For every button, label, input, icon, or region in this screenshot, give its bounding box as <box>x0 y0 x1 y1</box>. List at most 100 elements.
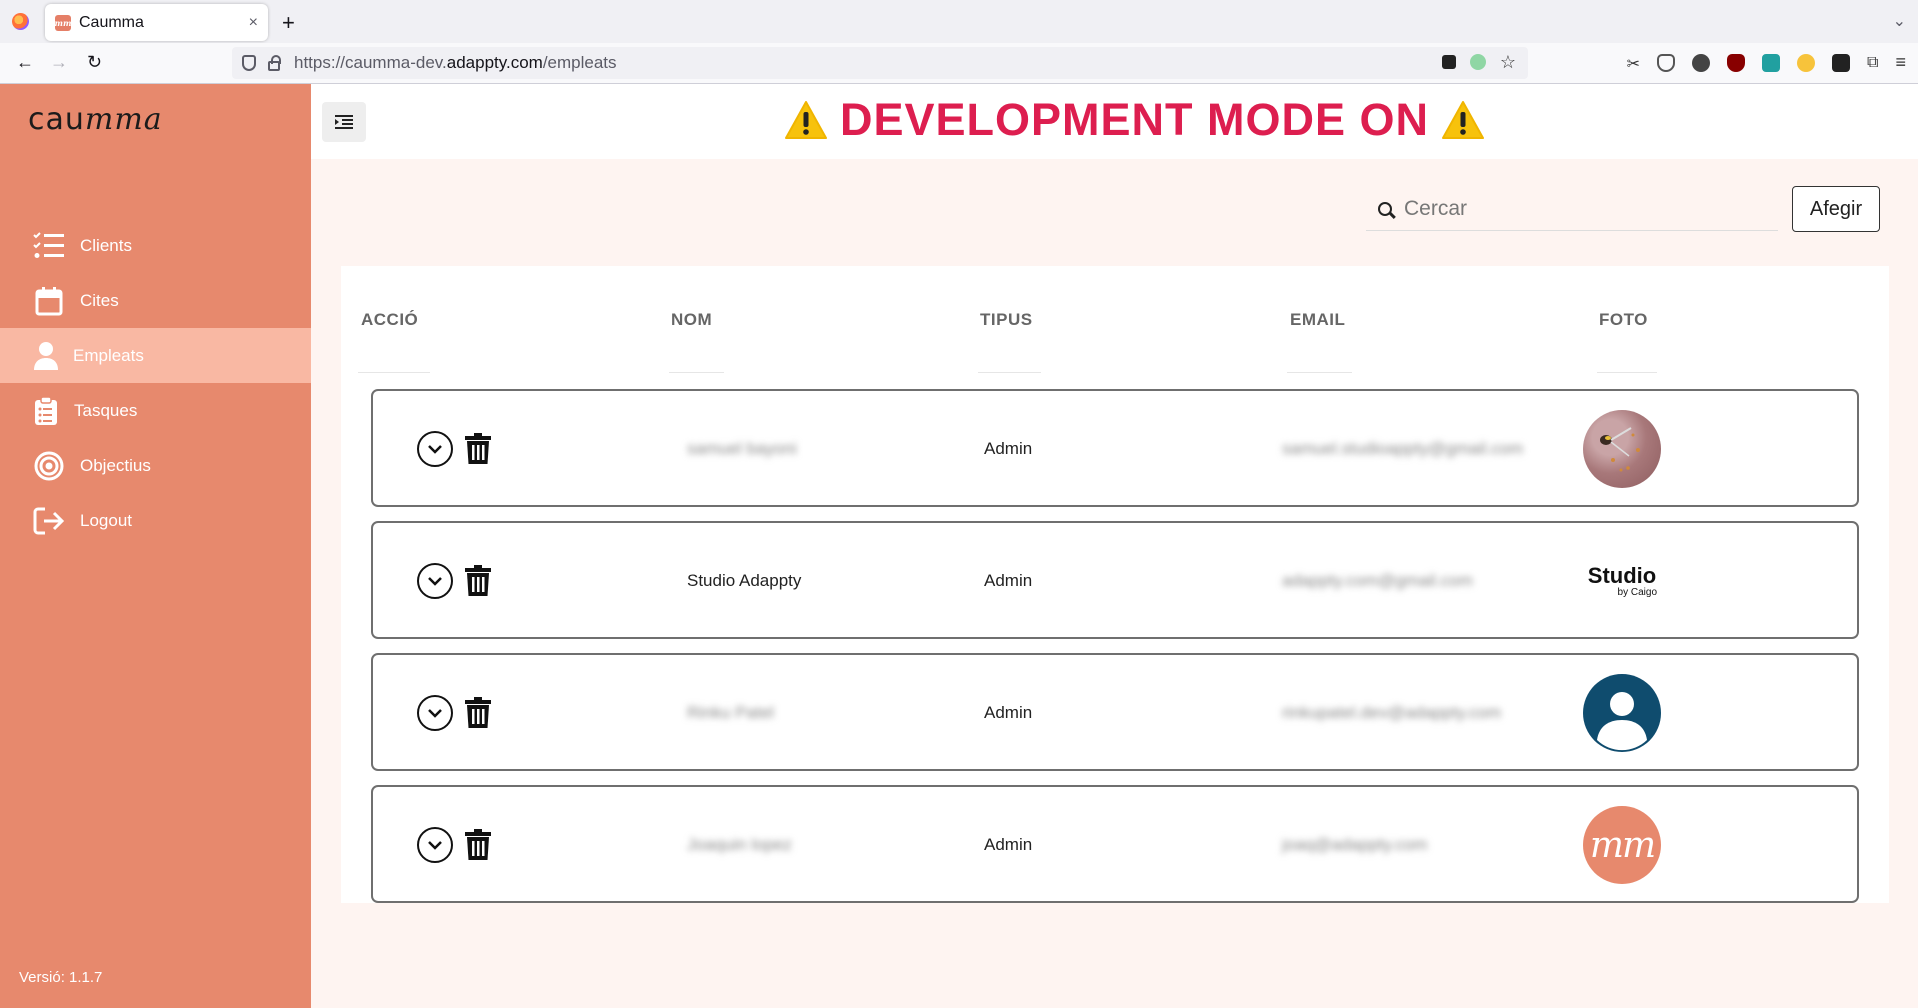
emoji-icon[interactable] <box>1797 54 1816 72</box>
lock-icon[interactable] <box>268 55 281 71</box>
shield-icon[interactable] <box>242 55 256 71</box>
divider <box>978 372 1041 373</box>
sidebar-item-cites[interactable]: Cites <box>0 273 311 328</box>
grid-icon[interactable] <box>1832 54 1851 72</box>
expand-button[interactable] <box>417 827 453 863</box>
search-input[interactable] <box>1404 196 1764 221</box>
list-check-icon <box>33 231 65 261</box>
warning-icon <box>1442 101 1485 139</box>
browser-tabbar: mm Caumma × + ⌄ <box>0 0 1918 43</box>
ublock-icon[interactable] <box>1727 54 1746 72</box>
employee-email: samuel.studioappty@gmail.com <box>1282 439 1524 458</box>
employee-photo: Studio by Caigo <box>1583 542 1661 620</box>
employee-photo <box>1583 674 1661 752</box>
expand-button[interactable] <box>417 563 453 599</box>
column-header-accio[interactable]: ACCIÓ <box>361 310 418 330</box>
save-icon[interactable] <box>1762 54 1781 72</box>
sidebar-item-label: Clients <box>80 235 132 255</box>
sidebar-item-label: Empleats <box>73 345 144 365</box>
extensions-puzzle-icon[interactable]: ⧉ <box>1867 54 1878 74</box>
chevron-down-icon[interactable]: ⌄ <box>1893 11 1906 31</box>
studio-logo-title: Studio <box>1587 562 1657 588</box>
version-label: Versió: 1.1.7 <box>19 969 103 986</box>
logout-icon <box>33 506 65 536</box>
caumma-favicon-icon: mm <box>55 14 71 31</box>
table-row: samuel bayoni Admin samuel.studioappty@g… <box>371 389 1859 507</box>
bird-photo-icon <box>1600 427 1640 472</box>
employee-type: Admin <box>984 571 1033 590</box>
info-icon[interactable] <box>1692 54 1711 72</box>
chevron-down-icon <box>428 709 442 718</box>
employee-type: Admin <box>984 703 1033 722</box>
add-button[interactable]: Afegir <box>1792 186 1880 232</box>
dev-mode-banner: DEVELOPMENT MODE ON <box>784 94 1485 146</box>
calendar-icon <box>33 286 65 316</box>
trash-icon[interactable] <box>465 697 491 729</box>
clipboard-icon <box>33 395 59 426</box>
employee-type: Admin <box>984 835 1033 854</box>
url-bar[interactable]: https://caumma-dev.adappty.com/empleats … <box>232 47 1528 79</box>
search-bar <box>1366 187 1778 231</box>
trash-icon[interactable] <box>465 565 491 597</box>
sidebar-item-label: Objectius <box>80 455 151 475</box>
search-icon <box>1378 201 1392 216</box>
employee-email: joaq@adappty.com <box>1282 835 1428 854</box>
pocket-icon[interactable] <box>1657 54 1676 72</box>
table-header: ACCIÓ NOM TIPUS EMAIL FOTO <box>341 266 1889 374</box>
bookmark-star-icon[interactable]: ☆ <box>1500 53 1516 71</box>
employee-type: Admin <box>984 439 1033 458</box>
chevron-down-icon <box>428 577 442 586</box>
warning-icon <box>785 101 827 139</box>
new-tab-button[interactable]: + <box>282 10 295 36</box>
employee-photo: mm <box>1583 806 1661 884</box>
brand-logo[interactable]: caumma <box>28 102 163 137</box>
hamburger-menu-icon[interactable]: ≡ <box>1895 53 1906 74</box>
sidebar-item-logout[interactable]: Logout <box>0 493 311 548</box>
chevron-down-icon <box>428 841 442 850</box>
employee-email: adappty.com@gmail.com <box>1282 571 1473 590</box>
divider <box>1287 372 1352 373</box>
sidebar-item-label: Tasques <box>74 400 138 420</box>
qr-code-icon[interactable] <box>1441 55 1456 69</box>
employee-photo <box>1583 410 1661 488</box>
main-content: DEVELOPMENT MODE ON Afegir ACCIÓ NOM TIP… <box>311 84 1918 1008</box>
sidebar-item-empleats[interactable]: Empleats <box>0 328 311 383</box>
column-header-foto[interactable]: FOTO <box>1599 310 1648 330</box>
divider <box>358 372 430 373</box>
column-header-email[interactable]: EMAIL <box>1290 310 1345 330</box>
trash-icon[interactable] <box>465 433 491 465</box>
topbar: DEVELOPMENT MODE ON <box>311 84 1918 159</box>
employee-name: Rinku Patel <box>687 703 774 722</box>
trash-icon[interactable] <box>465 829 491 861</box>
table-row: Studio Adappty Admin adappty.com@gmail.c… <box>371 521 1859 639</box>
column-header-tipus[interactable]: TIPUS <box>980 310 1033 330</box>
sidebar-toggle-button[interactable] <box>322 102 366 142</box>
employee-name: Joaquin lopez <box>687 835 792 854</box>
sidebar: caumma Clients Cites Empleats Tasques Ob… <box>0 84 311 1008</box>
sidebar-item-clients[interactable]: Clients <box>0 218 311 273</box>
caumma-logo-text: mm <box>1589 824 1656 866</box>
employee-name: samuel bayoni <box>687 439 797 458</box>
dev-mode-text: DEVELOPMENT MODE ON <box>840 94 1430 145</box>
expand-button[interactable] <box>417 695 453 731</box>
table-row: Rinku Patel Admin rinkupatel.dev@adappty… <box>371 653 1859 771</box>
browser-navbar: ← → ↻ https://caumma-dev.adappty.com/emp… <box>0 43 1918 84</box>
url-text[interactable]: https://caumma-dev.adappty.com/empleats <box>294 53 617 73</box>
reload-icon[interactable]: ↻ <box>87 52 102 73</box>
firefox-icon <box>12 13 29 30</box>
employee-email: rinkupatel.dev@adappty.com <box>1282 703 1502 722</box>
browser-tab[interactable]: mm Caumma × <box>45 4 268 41</box>
forward-arrow-icon[interactable]: → <box>50 52 68 73</box>
sidebar-item-objectius[interactable]: Objectius <box>0 438 311 493</box>
screenshot-icon[interactable]: ✂ <box>1627 54 1640 74</box>
chevron-down-icon <box>428 445 442 454</box>
close-tab-icon[interactable]: × <box>249 14 258 32</box>
employee-name: Studio Adappty <box>687 571 802 590</box>
default-avatar-icon <box>1597 692 1647 751</box>
sidebar-item-tasques[interactable]: Tasques <box>0 383 311 438</box>
expand-button[interactable] <box>417 431 453 467</box>
column-header-nom[interactable]: NOM <box>671 310 712 330</box>
indent-icon <box>335 115 353 129</box>
back-arrow-icon[interactable]: ← <box>16 52 34 73</box>
extension-icon[interactable] <box>1469 54 1486 70</box>
